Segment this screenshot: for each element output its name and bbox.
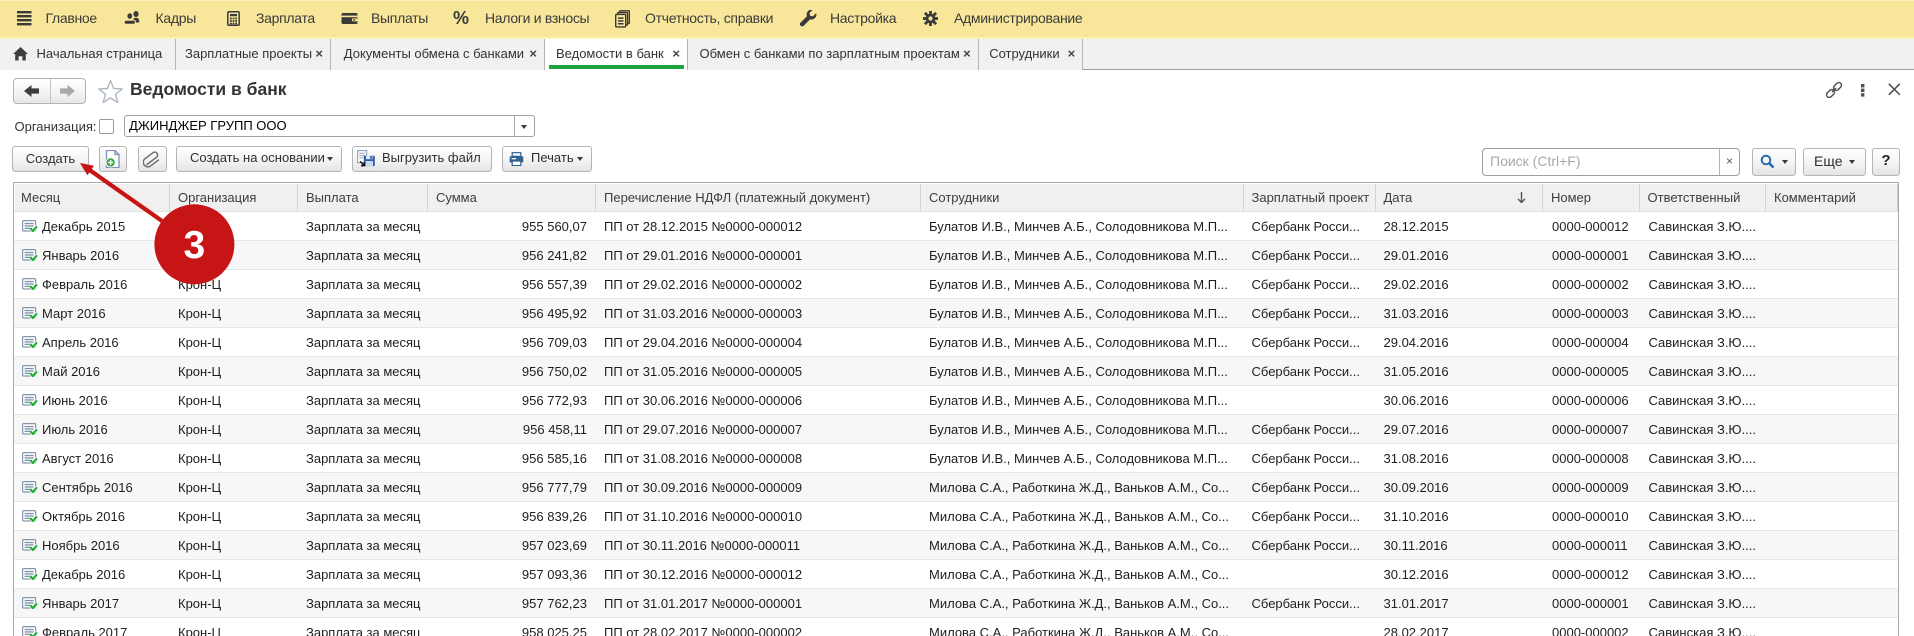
svg-text:3: 3: [184, 224, 206, 267]
